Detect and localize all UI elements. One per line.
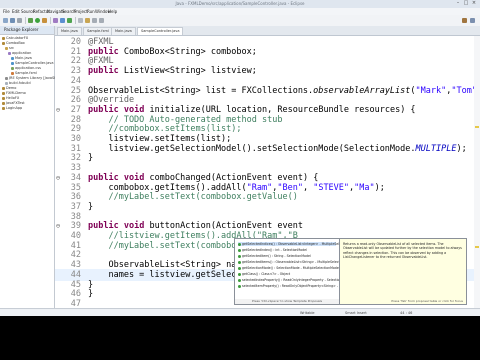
project-icon [2,41,5,45]
new-file-icon[interactable] [3,18,8,23]
menu-file[interactable]: File [3,8,10,15]
assist-item[interactable]: getSelectedIndices() : ObservableList<In… [238,242,359,246]
java-file-icon [11,56,14,60]
assist-item[interactable]: getSelectedItem() : String - SelectionMo… [238,254,311,258]
method-icon [238,260,241,264]
assist-item[interactable]: selectedIndexProperty() : ReadOnlyIntege… [238,278,351,282]
method-icon [238,254,241,258]
library-icon [5,76,8,80]
new-java-project-icon[interactable] [53,18,58,23]
window-title: Java - FXMLDemo/src/application/SampleCo… [175,1,305,6]
fxml-file-icon [11,71,14,75]
debug-perspective-icon[interactable] [470,18,475,23]
folder-icon [5,46,8,50]
method-icon [238,284,241,288]
assist-item[interactable]: getSelectedIndex() : int - SelectionMode… [238,248,307,252]
project-icon [2,101,5,105]
back-icon[interactable] [92,18,97,23]
method-icon [238,278,241,282]
project-icon [2,91,5,95]
file-icon [5,81,8,85]
java-perspective-icon[interactable] [462,18,467,23]
package-explorer-header: Package Explorer [0,26,54,35]
status-bar: Writable Smart Insert 44 : 46 [0,308,480,316]
menu-project[interactable]: Project [74,8,88,15]
editor-tab-active[interactable]: SampleController.java [137,27,184,35]
project-icon [2,96,5,100]
editor-tab-bar: Main.java Sample.fxml Main.java SampleCo… [55,26,480,36]
project-icon [2,106,5,110]
assist-footer: Press 'Ctrl+Space' to show Template Prop… [235,299,339,304]
css-file-icon [11,66,14,70]
save-icon[interactable] [10,18,15,23]
title-bar: Java - FXMLDemo/src/application/SampleCo… [0,0,480,8]
debug-icon[interactable] [28,18,33,23]
close-icon[interactable]: × [471,1,477,6]
javadoc-popup[interactable]: Returns a read-only ObservableList of al… [339,238,467,305]
run-icon[interactable] [35,18,40,23]
minimize-icon[interactable]: – [455,1,461,6]
eclipse-window: Java - FXMLDemo/src/application/SampleCo… [0,0,480,316]
new-package-icon[interactable] [60,18,65,23]
package-icon [8,51,11,55]
open-type-icon[interactable] [85,18,90,23]
menu-run[interactable]: Run [87,8,95,15]
forward-icon[interactable] [99,18,104,23]
menu-edit[interactable]: Edit [12,8,20,15]
new-class-icon[interactable] [67,18,72,23]
search-icon[interactable] [78,18,83,23]
editor-tab[interactable]: Main.java [111,27,136,35]
method-icon [238,242,241,246]
assist-item[interactable]: getClass() : Class<?> - Object [238,272,290,276]
maximize-icon[interactable]: □ [463,1,469,6]
assist-item[interactable]: getSelectedItems() : ObservableList<Stri… [238,260,354,264]
overview-ruler[interactable] [474,36,480,308]
method-icon [238,272,241,276]
letterbox-bottom [0,316,480,360]
project-icon [2,86,5,90]
content-assist-popup[interactable]: getSelectedIndices() : ObservableList<In… [234,238,363,305]
assist-item[interactable]: getSelectionMode() : SelectionMode - Mul… [238,266,340,270]
java-file-icon [11,61,14,65]
javadoc-footer: Press 'Tab' from proposal table or click… [391,299,463,303]
menu-help[interactable]: Help [108,8,117,15]
menu-bar: File Edit Source Refactor Navigate Searc… [0,8,480,15]
print-icon[interactable] [17,18,22,23]
external-tools-icon[interactable] [42,18,47,23]
package-explorer-title: Package Explorer [4,27,39,32]
project-icon [2,36,5,40]
method-icon [238,248,241,252]
tree-item[interactable]: LoginApp [2,106,22,111]
editor-tab[interactable]: Main.java [57,27,82,35]
package-explorer: Package Explorer CalculatorFX ComboBox s… [0,26,65,316]
method-icon [238,266,241,270]
editor-tab[interactable]: Sample.fxml [83,27,113,35]
javadoc-text: Returns a read-only ObservableList of al… [343,242,462,260]
